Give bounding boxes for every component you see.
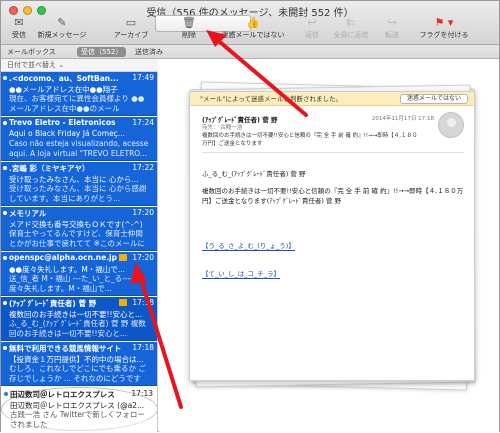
unread-dot-icon xyxy=(3,346,7,350)
message-row[interactable]: 田辺数司＠レトロエクスプレス 17:13 田辺数司＠レトロエクスプレス (@a2… xyxy=(1,387,157,431)
body-link[interactable]: 【う_る_さ_よ_む_(り_ょ_う)】 xyxy=(202,240,295,251)
flag-button[interactable]: ⚑ ▾ フラグを付ける xyxy=(419,16,469,44)
reply-arrow-icon: ↩ xyxy=(307,16,317,29)
unread-dot-icon xyxy=(4,392,8,396)
unread-dot-icon xyxy=(3,301,7,305)
junk-notice: "メール"によって迷惑メールと判断されました。 xyxy=(200,95,342,103)
message-row[interactable]: openspc@alpha.ocn.ne.jp 17:20 ●●度々失礼します。… xyxy=(1,252,157,296)
forward-button[interactable]: ↪ 転送 xyxy=(381,16,403,44)
sent-favorite[interactable]: 送信済み xyxy=(135,47,163,57)
unread-dot-icon xyxy=(3,121,7,125)
message-content: "メール"によって迷惑メールと判断されました。 迷惑メールではない (ｱｯﾌﾟｸ… xyxy=(189,91,475,381)
message-date: 2014年11月17日 17:18 xyxy=(371,116,434,122)
not-junk-button[interactable]: 迷惑メールではない xyxy=(399,94,468,104)
new-message-button[interactable]: ✎ 新規メッセージ xyxy=(37,16,87,44)
envelope-icon: ✉ xyxy=(14,16,24,29)
archive-box-icon: ▭ xyxy=(125,16,137,29)
mailboxes-button[interactable]: メールボックス xyxy=(7,47,56,57)
message-greeting: ふ_る_む_(ｱｯﾌﾟｸﾞﾚｰﾄﾞ責任者) 菅 野 xyxy=(202,170,306,178)
unread-dot-icon xyxy=(3,211,7,215)
thumbs-up-icon: 👍 xyxy=(246,16,260,29)
message-row[interactable]: メモリアル 17:20 メアド交換も番号交換もＯＫです(^-^) 保育士やってる… xyxy=(1,207,157,251)
message-recipient: 宛先： 古賤一浩 xyxy=(202,125,243,131)
message-row[interactable]: .<docomo、au、SoftBan... 17:49 ●●メールアドレス在中… xyxy=(1,72,157,116)
reply-all-button[interactable]: ⇇ 全員に返信 xyxy=(331,16,371,44)
message-row[interactable]: Trevo Eletro - Eletronicos 17:24 Aqui o … xyxy=(1,117,157,161)
trash-icon: 🗑 xyxy=(182,16,196,29)
message-row-selected[interactable]: (ｱｯﾌﾟｸﾞﾚｰﾄﾞ責任者) 菅 野 17:18 複数回のお手続きは一切不要!… xyxy=(1,297,157,341)
junk-mark-icon xyxy=(119,299,127,306)
avatar xyxy=(438,112,464,138)
forward-arrow-icon: ↪ xyxy=(387,16,397,29)
compose-icon: ✎ xyxy=(57,16,67,29)
reply-button[interactable]: ↩ 返信 xyxy=(301,16,323,44)
unread-dot-icon xyxy=(3,256,7,260)
message-body: 複数回のお手続きは一切不要!!安心と信頼の『完 全 手 前 確 約』!!→→即時… xyxy=(202,187,464,205)
sort-menu[interactable]: 日付で並べ替え ⌄ xyxy=(1,59,158,72)
delete-button[interactable]: 🗑 削除 xyxy=(169,16,209,44)
header-divider xyxy=(202,152,464,153)
message-list: .<docomo、au、SoftBan... 17:49 ●●メールアドレス在中… xyxy=(1,72,158,432)
junk-mark-icon xyxy=(119,254,127,261)
mail-window: 受信（556 件のメッセージ、未開封 552 件） ✉ 受信 ✎ 新規メッセージ… xyxy=(0,0,500,432)
toolbar: 受信（556 件のメッセージ、未開封 552 件） ✉ 受信 ✎ 新規メッセージ… xyxy=(1,1,499,45)
message-row[interactable]: .宮嶋 彩（ミヤキアヤ） 17:22 受け取ったみなさん、本当に 心から... … xyxy=(1,162,157,206)
unread-dot-icon xyxy=(3,166,7,170)
unread-dot-icon xyxy=(3,76,7,80)
archive-button[interactable]: ▭ アーカイブ xyxy=(113,16,149,44)
unsubscribe-link[interactable]: 【て_い_し_は_コ_チ_ラ】 xyxy=(202,268,280,279)
message-row[interactable]: 無料で利用できる競馬情報サイト 17:18 【投資金１万円提供】不的中の場合は.… xyxy=(1,342,157,386)
inbox-favorite[interactable]: 受信（552） xyxy=(77,47,127,57)
reply-all-arrow-icon: ⇇ xyxy=(346,16,356,29)
favorites-bar: メールボックス 受信（552） 送信済み xyxy=(1,45,499,59)
not-junk-toolbar-button[interactable]: 👍 迷惑メールではない xyxy=(213,16,293,44)
get-mail-button[interactable]: ✉ 受信 xyxy=(7,16,31,44)
flag-icon: ⚑ ▾ xyxy=(434,16,454,29)
junk-banner: "メール"によって迷惑メールと判断されました。 迷惑メールではない xyxy=(190,92,474,106)
message-subject: 複数回のお手続きは一切不要!!安心と信頼の『完 全 手 前 確 約』!!→→即時… xyxy=(202,133,418,147)
